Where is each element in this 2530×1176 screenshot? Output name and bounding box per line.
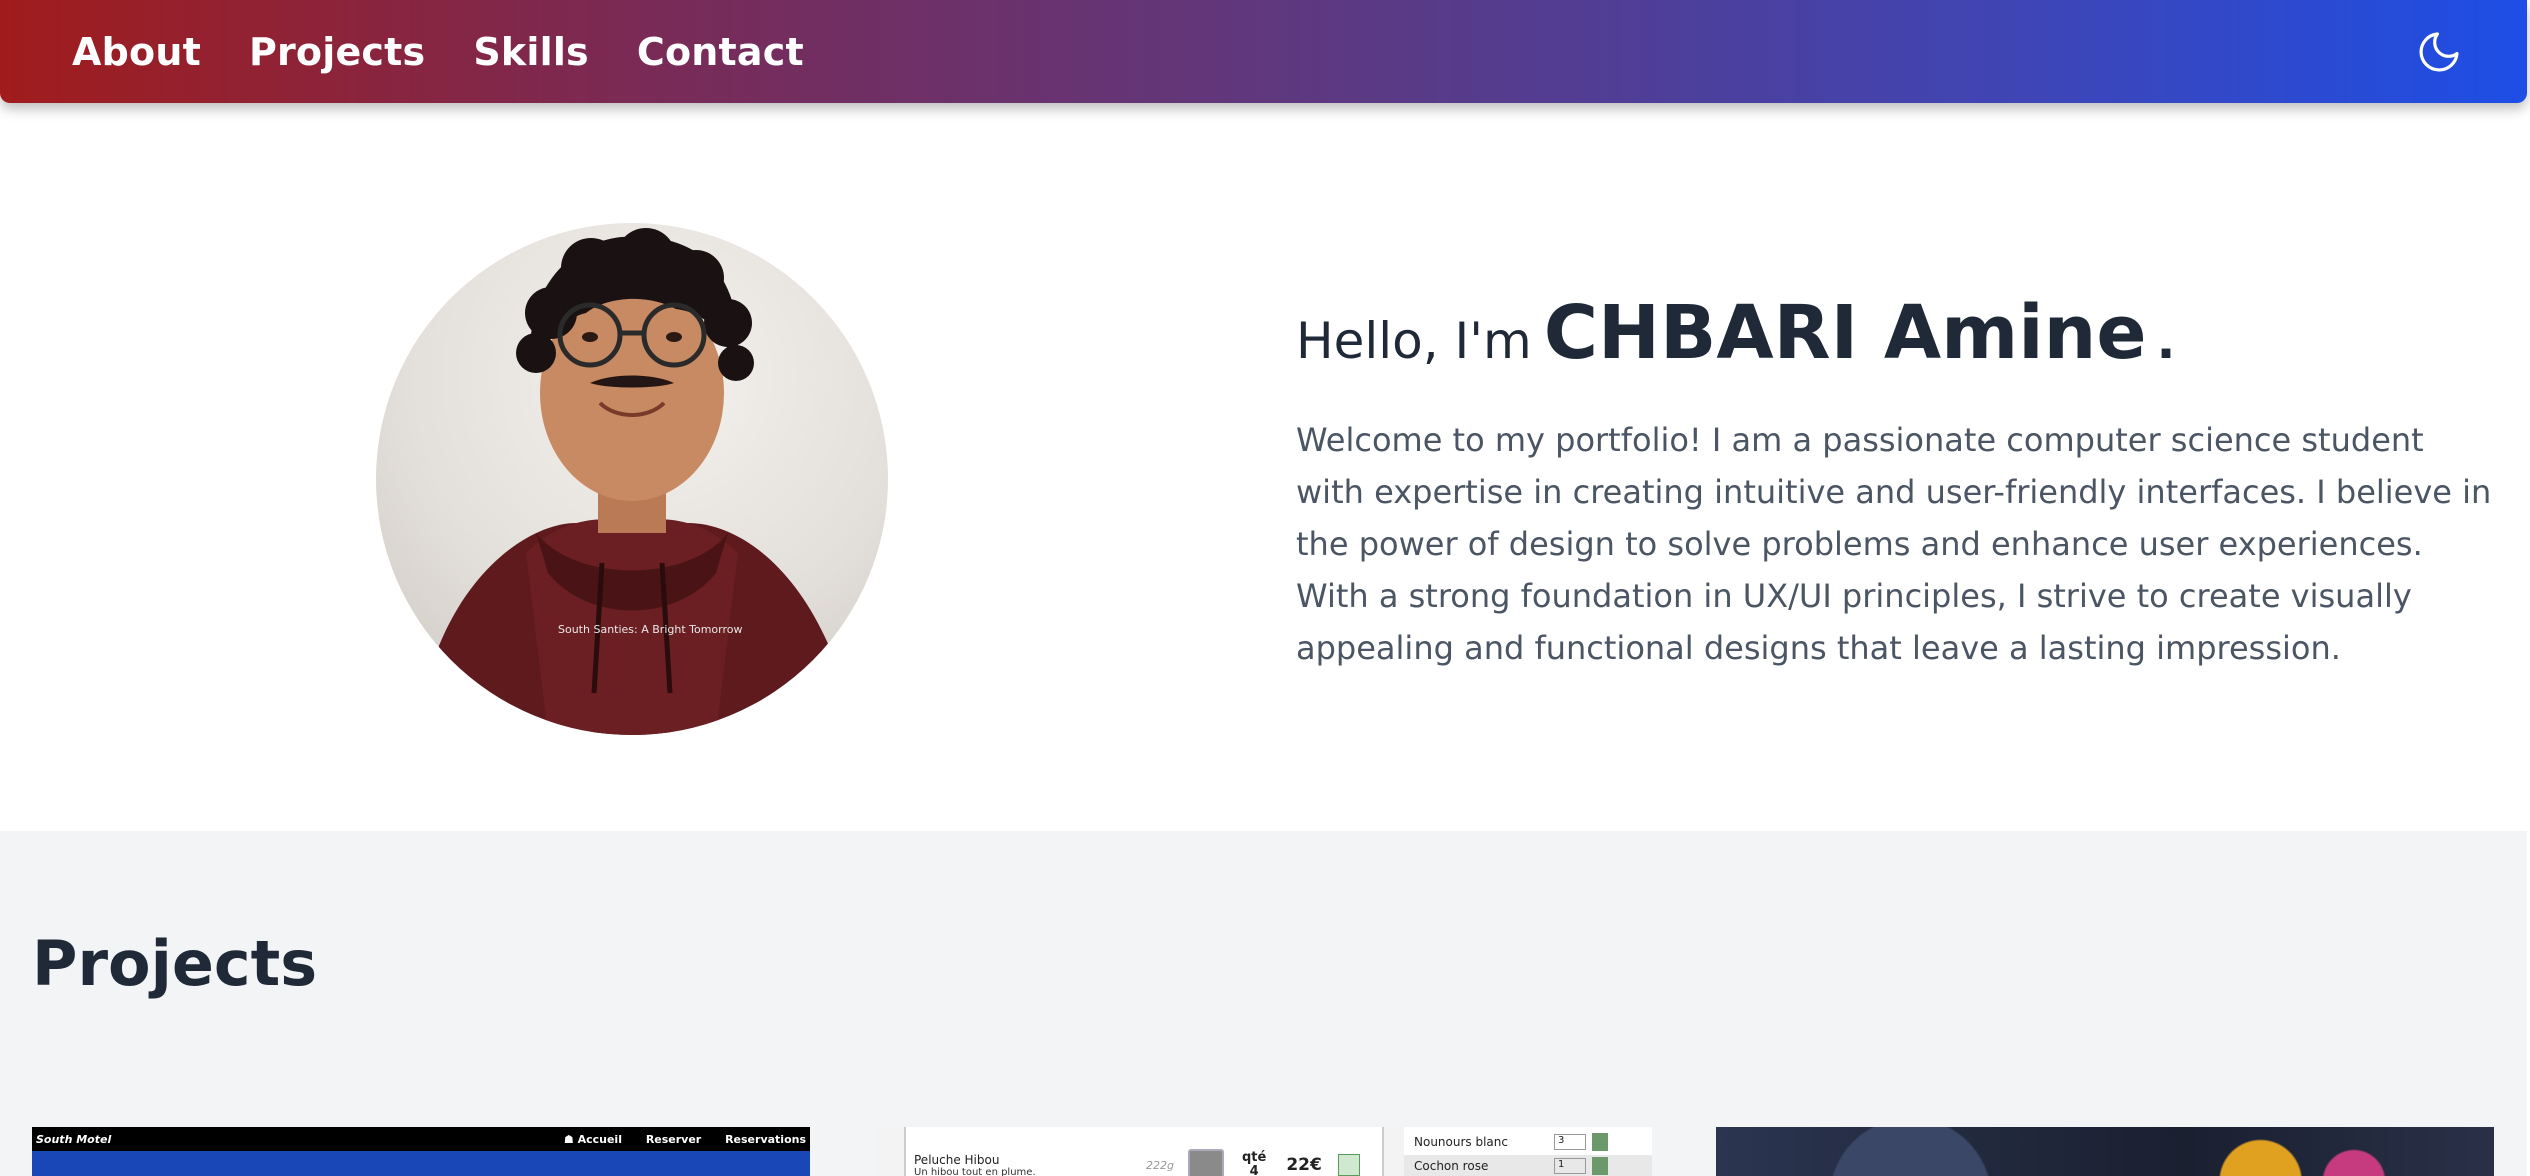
- project-card-artwork[interactable]: [1716, 1127, 2494, 1176]
- project-preview-cart-row: Cochon rose 1: [1404, 1155, 1652, 1176]
- project-preview-product-row: Peluche Hibou Un hibou tout en plume. 22…: [906, 1149, 1382, 1176]
- moon-icon: [2419, 32, 2459, 72]
- cart-add-icon: [1337, 1154, 1360, 1176]
- hero-section: South Santies: A Bright Tomorrow Hello, …: [0, 103, 2527, 831]
- shirt-print-text: South Santies: A Bright Tomorrow: [558, 623, 743, 636]
- greeting-punctuation: .: [2156, 312, 2176, 370]
- intro-paragraph: Welcome to my portfolio! I am a passiona…: [1296, 421, 2492, 668]
- greeting-text: Hello, I'm: [1296, 312, 1532, 370]
- projects-section: Projects South Motel ☗ Accueil Reserver …: [0, 831, 2527, 1176]
- trash-icon: [1592, 1133, 1608, 1151]
- project-preview-nav-item: Reservations: [725, 1132, 806, 1146]
- project-preview-price: 22€: [1286, 1155, 1322, 1175]
- nav-links: About Projects Skills Contact: [72, 30, 852, 74]
- greeting-heading: Hello, I'm CHBARI Amine.: [1296, 290, 2496, 376]
- project-preview-brand: South Motel: [36, 1132, 112, 1146]
- project-card-south-motel[interactable]: South Motel ☗ Accueil Reserver Reservati…: [32, 1127, 810, 1176]
- project-preview-nav-item: Reserver: [645, 1132, 702, 1146]
- trash-icon: [1592, 1157, 1608, 1175]
- project-preview-qty: qté 4: [1242, 1151, 1266, 1176]
- project-preview-nav-item: ☗ Accueil: [563, 1132, 622, 1146]
- avatar: South Santies: A Bright Tomorrow: [376, 223, 888, 735]
- project-preview-qty-value: 4: [1249, 1164, 1259, 1176]
- project-preview-artwork: [1716, 1127, 2494, 1176]
- project-preview-product-desc: Un hibou tout en plume.: [914, 1166, 1036, 1176]
- theme-toggle-button[interactable]: [2411, 24, 2467, 80]
- project-preview-product-name: Peluche Hibou: [914, 1152, 1000, 1167]
- project-preview-cart-label: Nounours blanc: [1414, 1135, 1508, 1149]
- project-preview-product: Peluche Hibou Un hibou tout en plume.: [914, 1153, 1114, 1176]
- project-card-shop[interactable]: Peluche Hibou Un hibou tout en plume. 22…: [874, 1127, 1652, 1176]
- project-preview-nav: ☗ Accueil Reserver Reservations: [544, 1133, 806, 1146]
- project-preview-cart: Nounours blanc 3 Cochon rose 1: [1404, 1127, 1652, 1176]
- project-preview-cart-qty: 1: [1554, 1158, 1586, 1174]
- project-preview-thumbnail: [1188, 1149, 1224, 1176]
- nav-link-about[interactable]: About: [72, 30, 201, 74]
- navbar: About Projects Skills Contact: [0, 0, 2527, 103]
- project-preview-navbar: South Motel ☗ Accueil Reserver Reservati…: [32, 1127, 810, 1151]
- owner-name: CHBARI Amine: [1543, 290, 2147, 376]
- profile-photo: South Santies: A Bright Tomorrow: [416, 228, 856, 735]
- project-preview-cart-label: Cochon rose: [1414, 1159, 1489, 1173]
- project-preview-qty-label: qté: [1242, 1150, 1267, 1165]
- hero-text: Hello, I'm CHBARI Amine. Welcome to my po…: [1296, 290, 2496, 674]
- nav-link-contact[interactable]: Contact: [637, 30, 804, 74]
- project-preview-weight: 222g: [1146, 1158, 1174, 1172]
- project-preview-product-table: Peluche Hibou Un hibou tout en plume. 22…: [904, 1127, 1384, 1176]
- nav-link-projects[interactable]: Projects: [249, 30, 425, 74]
- project-preview-cart-qty: 3: [1554, 1134, 1586, 1150]
- nav-link-skills[interactable]: Skills: [473, 30, 589, 74]
- project-preview-cart-row: Nounours blanc 3: [1404, 1131, 1652, 1153]
- projects-heading: Projects: [32, 927, 318, 1000]
